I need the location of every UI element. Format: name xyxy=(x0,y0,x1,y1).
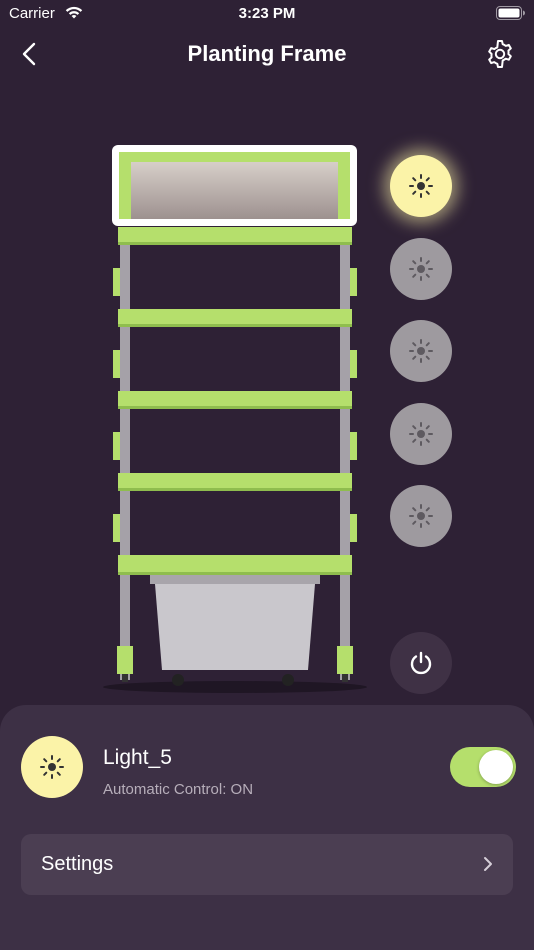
settings-row[interactable]: Settings xyxy=(21,834,513,895)
nav-bar: Planting Frame xyxy=(0,30,534,78)
sun-icon xyxy=(409,174,433,198)
light-detail-panel: Light_5 Automatic Control: ON Settings xyxy=(0,705,534,950)
planting-frame-illustration xyxy=(100,140,370,700)
ground-shadow xyxy=(103,681,367,693)
water-tank xyxy=(155,584,315,670)
settings-gear-button[interactable] xyxy=(484,38,516,70)
light-avatar xyxy=(21,736,83,798)
light-button-3[interactable] xyxy=(390,320,452,382)
light-toggle-switch[interactable] xyxy=(450,747,516,787)
page-title: Planting Frame xyxy=(187,41,347,66)
toggle-knob xyxy=(479,750,513,784)
sun-icon xyxy=(409,422,433,446)
automatic-control-status: Automatic Control: ON xyxy=(103,781,254,798)
power-icon xyxy=(410,651,432,675)
status-bar: Carrier 3:23 PM xyxy=(0,0,534,28)
light-button-4[interactable] xyxy=(390,403,452,465)
sun-icon xyxy=(409,504,433,528)
light-name: Light_5 xyxy=(103,746,172,769)
light-button-1[interactable] xyxy=(390,155,452,217)
gear-icon xyxy=(488,40,512,68)
status-time: 3:23 PM xyxy=(238,5,296,22)
light-button-5[interactable] xyxy=(390,485,452,547)
sun-icon xyxy=(40,755,64,779)
settings-label: Settings xyxy=(41,853,114,875)
light-button-2[interactable] xyxy=(390,238,452,300)
sun-icon xyxy=(409,257,433,281)
sun-icon xyxy=(409,339,433,363)
chevron-right-icon xyxy=(484,857,492,871)
power-button[interactable] xyxy=(390,632,452,694)
battery-icon xyxy=(496,6,526,25)
